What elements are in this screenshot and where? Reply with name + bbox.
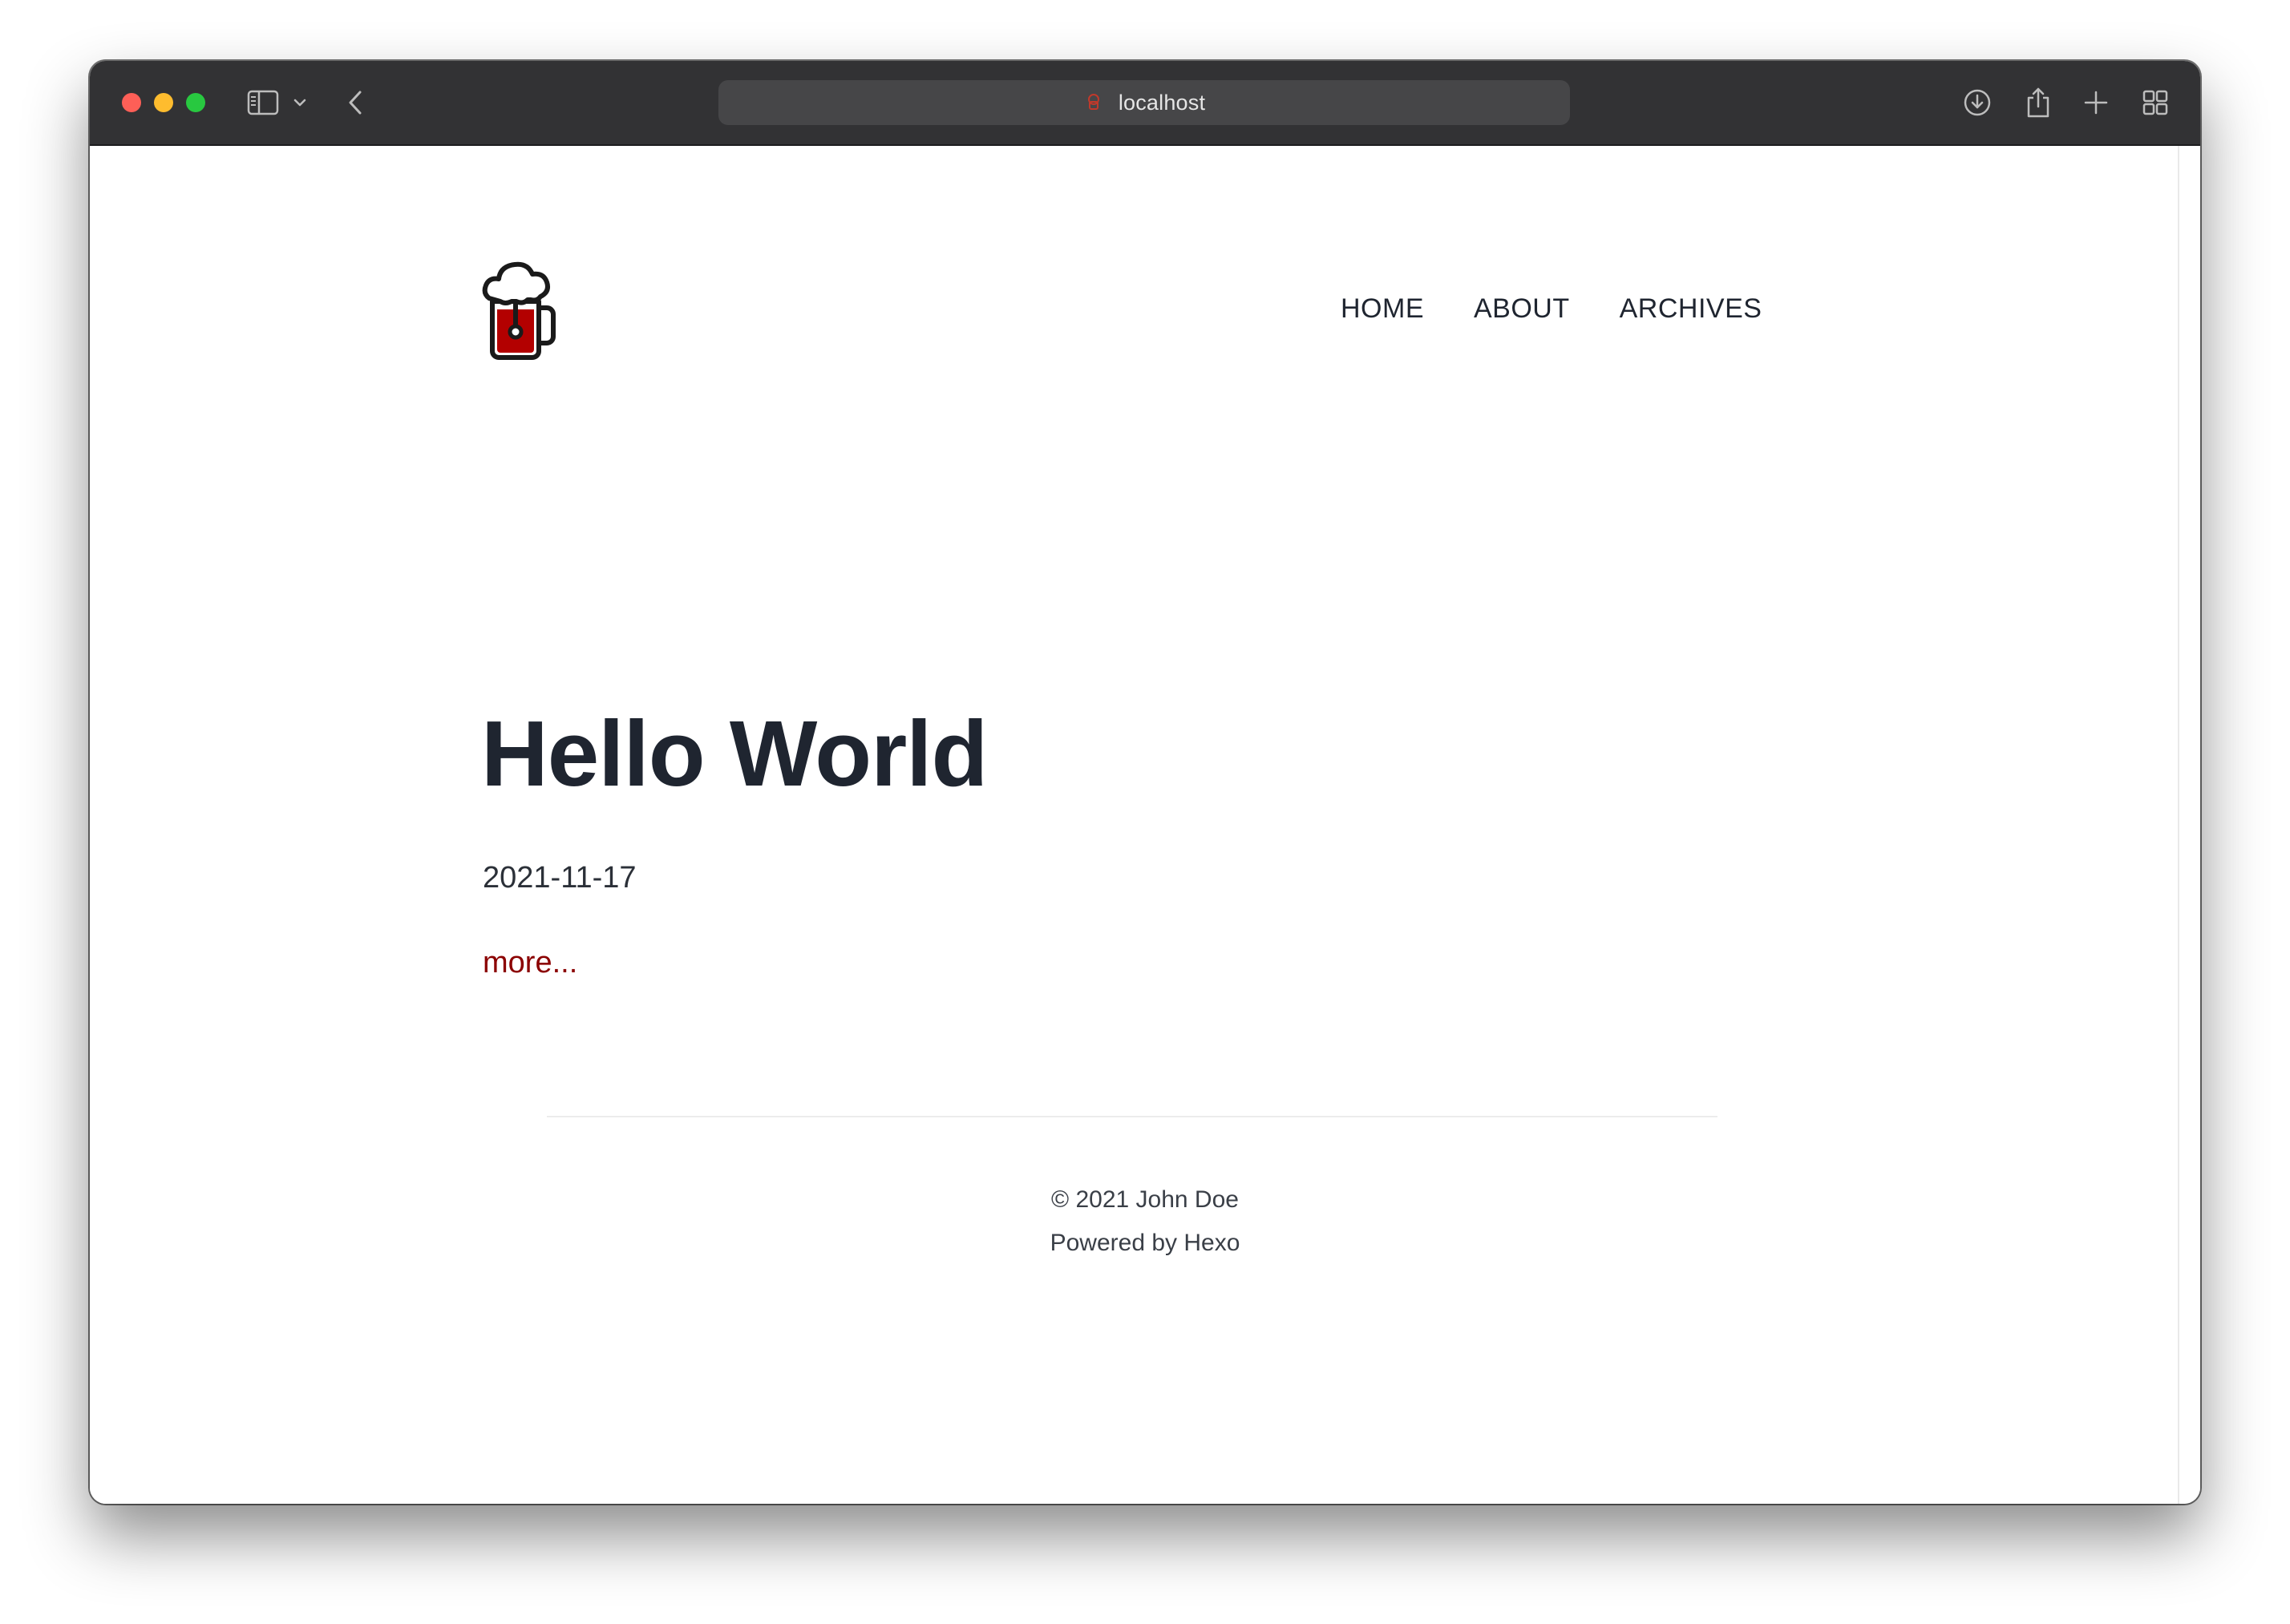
share-icon[interactable]: [2022, 87, 2054, 119]
post-date: 2021-11-17: [483, 861, 637, 895]
post-title[interactable]: Hello World: [481, 707, 988, 800]
beer-mug-logo-icon[interactable]: [481, 260, 558, 362]
nav-about-link[interactable]: ABOUT: [1474, 293, 1570, 325]
copyright-text: © 2021 John Doe: [1051, 1186, 1239, 1213]
minimize-window-button[interactable]: [154, 93, 173, 112]
site-favicon-icon: [1083, 91, 1104, 115]
tab-overview-icon[interactable]: [2139, 87, 2171, 119]
browser-window: localhost HOME ABOUT ARCHIVES Hello Worl…: [90, 61, 2200, 1504]
site-nav: HOME ABOUT ARCHIVES: [1341, 293, 1762, 325]
browser-toolbar: localhost: [90, 61, 2200, 146]
page-viewport: HOME ABOUT ARCHIVES Hello World 2021-11-…: [90, 146, 2200, 1504]
zoom-window-button[interactable]: [186, 93, 205, 112]
nav-home-link[interactable]: HOME: [1341, 293, 1424, 325]
scrollbar-track: [2178, 146, 2179, 1504]
read-more-link[interactable]: more...: [483, 946, 577, 980]
url-text: localhost: [1118, 90, 1206, 115]
footer-divider: [547, 1116, 1718, 1117]
site-footer: © 2021 John Doe Powered by Hexo: [90, 1178, 2200, 1265]
chevron-down-icon[interactable]: [290, 87, 310, 119]
new-tab-icon[interactable]: [2080, 87, 2112, 119]
close-window-button[interactable]: [122, 93, 141, 112]
sidebar-icon[interactable]: [245, 87, 281, 119]
nav-archives-link[interactable]: ARCHIVES: [1620, 293, 1762, 325]
desktop-background: localhost HOME ABOUT ARCHIVES Hello Worl…: [0, 0, 2290, 1624]
address-bar[interactable]: localhost: [718, 80, 1570, 125]
powered-by-text: Powered by Hexo: [1050, 1230, 1240, 1256]
back-icon[interactable]: [343, 87, 367, 119]
download-icon[interactable]: [1961, 87, 1993, 119]
